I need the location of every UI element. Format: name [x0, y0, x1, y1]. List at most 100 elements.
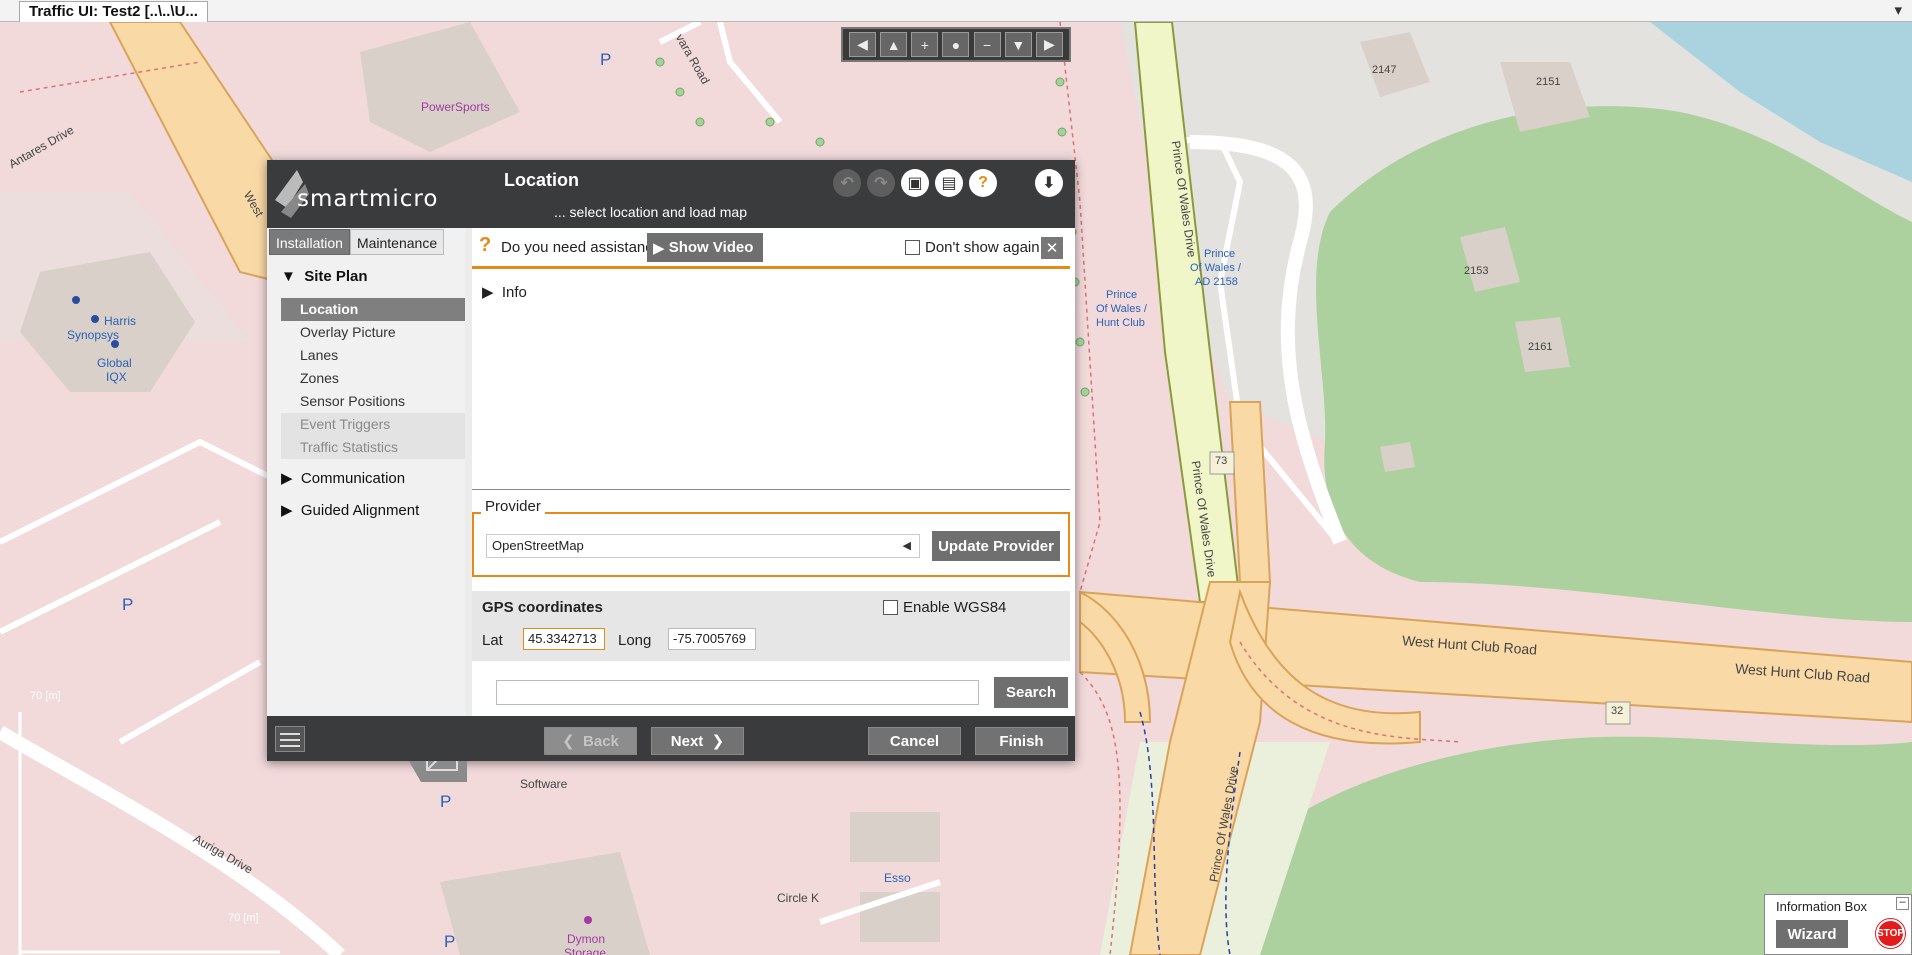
parking-icon: P: [444, 932, 456, 951]
house-number: 2153: [1464, 265, 1489, 277]
pan-left-button[interactable]: ◀: [849, 32, 877, 57]
poi-label: PowerSports: [421, 100, 490, 114]
house-number: 2161: [1528, 341, 1553, 353]
wizard-button[interactable]: Wizard: [1776, 920, 1848, 948]
pan-up-button[interactable]: ▲: [880, 32, 908, 57]
sidebar-item-event-triggers: Event Triggers: [281, 413, 465, 436]
provider-group: OpenStreetMap ◀ Update Provider: [472, 512, 1070, 577]
dialog-footer: ❮ Back Next ❯ Cancel Finish: [267, 716, 1075, 761]
tab-maintenance[interactable]: Maintenance: [349, 229, 445, 255]
title-bar: Traffic UI: Test2 [..\..\U... ▾: [0, 0, 1912, 22]
enable-wgs84-checkbox[interactable]: [883, 600, 898, 615]
dialog-title: Location: [504, 170, 579, 190]
close-icon[interactable]: ✕: [1041, 237, 1063, 259]
bus-stop-label: Prince: [1106, 289, 1138, 301]
divider: [472, 266, 1070, 269]
bus-stop-label: Of Wales /: [1096, 303, 1147, 315]
search-button[interactable]: Search: [994, 677, 1068, 708]
long-field[interactable]: -75.7005769: [668, 628, 756, 650]
poi-label: Dymon: [567, 932, 606, 946]
dropdown-arrow-icon: ◀: [902, 540, 911, 552]
dialog-subtitle: ... select location and load map: [554, 204, 748, 220]
sidebar-item-zones[interactable]: Zones: [281, 367, 465, 390]
chevron-down-icon[interactable]: ▾: [1894, 1, 1902, 19]
sidebar-group-label: Communication: [300, 470, 406, 487]
sidebar-item-lanes[interactable]: Lanes: [281, 344, 465, 367]
scale-label: 70 [m]: [228, 912, 259, 924]
pan-right-button[interactable]: ▶: [1035, 32, 1063, 57]
poi-label: IQX: [106, 370, 127, 384]
show-video-button[interactable]: ▶ Show Video: [647, 233, 763, 262]
parking-icon: P: [122, 595, 134, 614]
save-icon[interactable]: ▣: [901, 169, 929, 197]
menu-icon[interactable]: [275, 726, 305, 752]
sidebar-item-traffic-statistics: Traffic Statistics: [281, 436, 465, 459]
info-label: Info: [501, 284, 527, 301]
poi-label: Circle K: [777, 891, 820, 905]
wizard-sidebar: Installation Maintenance ▼ Site Plan Loc…: [267, 228, 467, 782]
wizard-content: ? Do you need assistance? ▶ Show Video D…: [472, 228, 1075, 716]
location-dialog: smartmicro Location ... select location …: [267, 160, 1075, 782]
divider: [472, 489, 1070, 490]
poi-label: Esso: [884, 871, 911, 885]
sidebar-group-site-plan[interactable]: ▼ Site Plan: [281, 268, 368, 285]
dialog-header: smartmicro Location ... select location …: [267, 160, 1075, 228]
assistance-text: Do you need assistance?: [501, 239, 670, 256]
next-button[interactable]: Next ❯: [651, 727, 744, 755]
save-as-icon[interactable]: ▤: [935, 169, 963, 197]
poi-label: Harris: [104, 314, 136, 328]
help-icon[interactable]: ?: [969, 169, 997, 197]
bus-stop-label: Hunt Club: [1096, 317, 1145, 329]
back-label: Back: [583, 732, 619, 750]
sidebar-group-guided-alignment[interactable]: ▶ Guided Alignment: [281, 501, 419, 519]
information-box-title: Information Box: [1776, 899, 1868, 914]
sidebar-item-overlay-picture[interactable]: Overlay Picture: [281, 321, 465, 344]
expand-right-icon: ▶: [281, 502, 301, 519]
enable-wgs84-label: Enable WGS84: [903, 599, 1007, 616]
download-icon[interactable]: ⬇: [1035, 169, 1063, 197]
undo-icon[interactable]: ↶: [833, 169, 861, 197]
dont-show-again-label: Don't show again: [925, 239, 1040, 256]
expand-right-icon: ▶: [281, 470, 301, 487]
back-button: ❮ Back: [544, 727, 637, 755]
redo-icon[interactable]: ↷: [867, 169, 895, 197]
lat-label: Lat: [482, 632, 503, 649]
bus-stop-label: Of Wales /: [1190, 262, 1241, 274]
question-icon: ?: [479, 234, 492, 256]
minimize-icon[interactable]: –: [1896, 897, 1909, 910]
long-label: Long: [618, 632, 652, 649]
tab-installation[interactable]: Installation: [269, 229, 350, 255]
poi-label: Synopsys: [67, 328, 120, 342]
house-number: 2147: [1372, 64, 1397, 76]
update-provider-button[interactable]: Update Provider: [932, 531, 1060, 561]
zoom-in-button[interactable]: +: [911, 32, 939, 57]
gps-panel: GPS coordinates : Enable WGS84 Lat 45.33…: [472, 591, 1070, 661]
lat-field[interactable]: 45.3342713: [523, 628, 605, 650]
information-box: Information Box – Wizard STOP: [1764, 894, 1912, 955]
document-tab[interactable]: Traffic UI: Test2 [..\..\U...: [19, 1, 208, 22]
sidebar-group-label: Guided Alignment: [300, 502, 420, 519]
zoom-out-button[interactable]: −: [973, 32, 1001, 57]
play-icon: ▶: [653, 239, 669, 257]
chevron-right-icon: ❯: [703, 733, 725, 750]
poi-label: Global: [97, 356, 132, 370]
sidebar-group-label: Site Plan: [304, 268, 368, 285]
provider-select[interactable]: OpenStreetMap ◀: [486, 534, 920, 558]
pan-down-button[interactable]: ▼: [1004, 32, 1032, 57]
dont-show-again-checkbox[interactable]: [905, 240, 920, 255]
search-input[interactable]: [496, 680, 979, 705]
gps-colon: :: [587, 599, 592, 616]
info-expander[interactable]: ▶ Info: [482, 283, 527, 301]
provider-legend: Provider: [481, 498, 545, 515]
sidebar-group-communication[interactable]: ▶ Communication: [281, 469, 405, 487]
finish-button[interactable]: Finish: [975, 727, 1068, 755]
route-shield: 32: [1611, 705, 1624, 717]
cancel-button[interactable]: Cancel: [868, 727, 961, 755]
center-button[interactable]: ●: [942, 32, 970, 57]
poi-label: Storage: [564, 946, 607, 955]
scale-label: 70 [m]: [30, 690, 61, 702]
stop-button[interactable]: STOP: [1876, 919, 1905, 948]
next-label: Next: [670, 732, 704, 750]
sidebar-item-sensor-positions[interactable]: Sensor Positions: [281, 390, 465, 413]
sidebar-item-location[interactable]: Location: [281, 298, 465, 321]
